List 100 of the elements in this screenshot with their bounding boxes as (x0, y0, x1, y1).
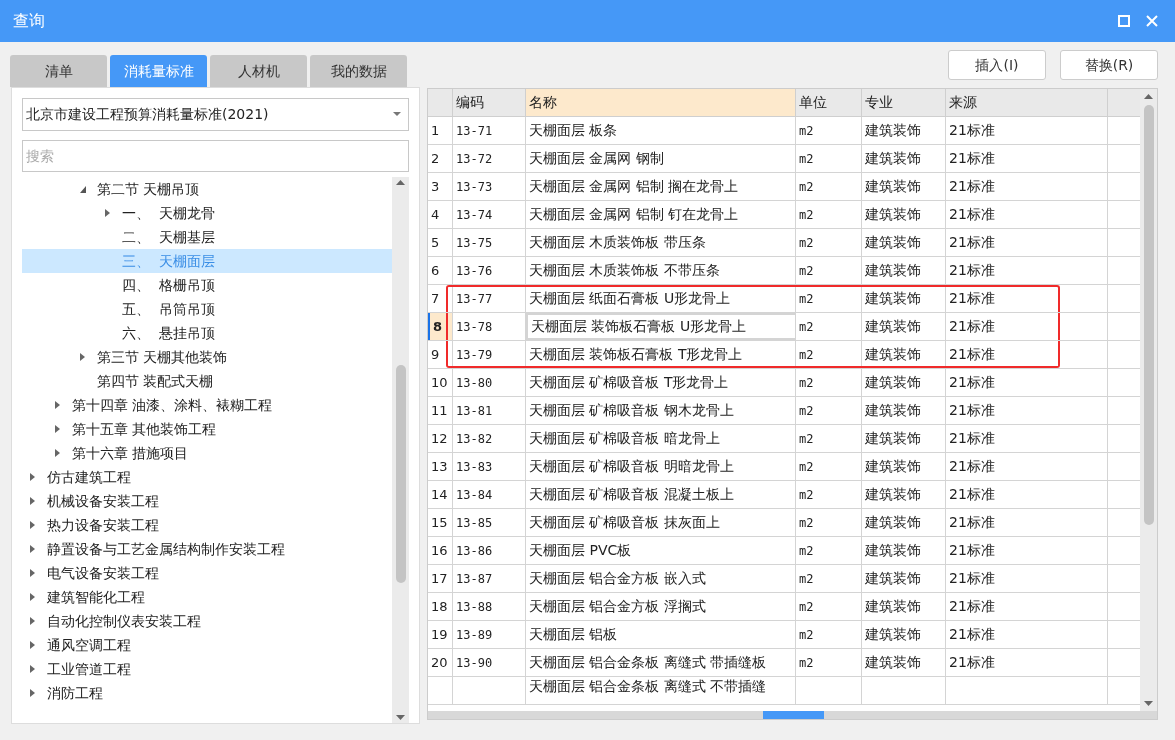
expand-arrow-icon[interactable] (29, 568, 37, 578)
vertical-scrollbar[interactable] (392, 177, 409, 723)
expand-arrow-icon[interactable] (29, 616, 37, 626)
expand-arrow-icon[interactable] (29, 472, 37, 482)
scrollbar-thumb[interactable] (395, 365, 406, 583)
tree-item[interactable]: 第十四章 油漆、涂料、裱糊工程 (22, 393, 392, 417)
scroll-up-icon[interactable] (1144, 94, 1153, 99)
maximize-icon[interactable] (1118, 15, 1130, 27)
table-row[interactable]: 19 13-89 天棚面层 铝板 m2 建筑装饰 21标准 (428, 621, 1140, 649)
column-header[interactable]: 专业 (862, 89, 946, 116)
table-row[interactable]: 15 13-85 天棚面层 矿棉吸音板 抹灰面上 m2 建筑装饰 21标准 (428, 509, 1140, 537)
row-number[interactable]: 19 (428, 621, 453, 648)
tree-item[interactable]: 六、 悬挂吊顶 (22, 321, 392, 345)
standard-dropdown[interactable]: 北京市建设工程预算消耗量标准(2021) (22, 98, 409, 131)
scroll-up-icon[interactable] (396, 180, 405, 185)
column-header[interactable]: 单位 (796, 89, 862, 116)
tree-item[interactable]: 电气设备安装工程 (22, 561, 392, 585)
scrollbar-thumb[interactable] (763, 711, 824, 719)
row-number[interactable]: 16 (428, 537, 453, 564)
table-row[interactable]: 13 13-83 天棚面层 矿棉吸音板 明暗龙骨上 m2 建筑装饰 21标准 (428, 453, 1140, 481)
tree-item[interactable]: 五、 吊筒吊顶 (22, 297, 392, 321)
row-number[interactable]: 12 (428, 425, 453, 452)
table-row[interactable]: 3 13-73 天棚面层 金属网 铝制 搁在龙骨上 m2 建筑装饰 21标准 (428, 173, 1140, 201)
tree-item[interactable]: 一、 天棚龙骨 (22, 201, 392, 225)
expand-arrow-icon[interactable] (29, 544, 37, 554)
toolbar-button[interactable]: 插入(I) (948, 50, 1046, 80)
tree-item[interactable]: 通风空调工程 (22, 633, 392, 657)
tree-item[interactable]: 工业管道工程 (22, 657, 392, 681)
row-number[interactable]: 5 (428, 229, 453, 256)
row-number[interactable]: 20 (428, 649, 453, 676)
table-row[interactable]: 8 13-78 天棚面层 装饰板石膏板 U形龙骨上 m2 建筑装饰 21标准 (428, 313, 1140, 341)
row-number[interactable]: 9 (428, 341, 453, 368)
table-row[interactable]: 2 13-72 天棚面层 金属网 钢制 m2 建筑装饰 21标准 (428, 145, 1140, 173)
scrollbar-thumb[interactable] (1143, 105, 1154, 525)
vertical-scrollbar[interactable] (1140, 89, 1157, 711)
toolbar-button[interactable]: 替换(R) (1060, 50, 1158, 80)
row-number[interactable]: 6 (428, 257, 453, 284)
tree-item[interactable]: 四、 格栅吊顶 (22, 273, 392, 297)
tree-item[interactable]: 第三节 天棚其他装饰 (22, 345, 392, 369)
row-number[interactable]: 2 (428, 145, 453, 172)
tree-item[interactable]: 第四节 装配式天棚 (22, 369, 392, 393)
column-header[interactable]: 来源 (946, 89, 1108, 116)
row-number[interactable]: 17 (428, 565, 453, 592)
row-number[interactable]: 4 (428, 201, 453, 228)
column-header[interactable]: 名称 (526, 89, 796, 116)
tree-item[interactable]: 第二节 天棚吊顶 (22, 177, 392, 201)
table-row[interactable]: 6 13-76 天棚面层 木质装饰板 不带压条 m2 建筑装饰 21标准 (428, 257, 1140, 285)
table-row[interactable]: 11 13-81 天棚面层 矿棉吸音板 钢木龙骨上 m2 建筑装饰 21标准 (428, 397, 1140, 425)
row-number[interactable]: 3 (428, 173, 453, 200)
expand-arrow-icon[interactable] (104, 208, 112, 218)
expand-arrow-icon[interactable] (29, 592, 37, 602)
search-field[interactable]: 搜索 (22, 140, 409, 172)
tree-item[interactable]: 建筑智能化工程 (22, 585, 392, 609)
table-row[interactable]: 16 13-86 天棚面层 PVC板 m2 建筑装饰 21标准 (428, 537, 1140, 565)
tab[interactable]: 人材机 (210, 55, 307, 87)
tree-item[interactable]: 仿古建筑工程 (22, 465, 392, 489)
table-row[interactable]: 10 13-80 天棚面层 矿棉吸音板 T形龙骨上 m2 建筑装饰 21标准 (428, 369, 1140, 397)
table-row[interactable]: 7 13-77 天棚面层 纸面石膏板 U形龙骨上 m2 建筑装饰 21标准 (428, 285, 1140, 313)
row-number[interactable]: 1 (428, 117, 453, 144)
table-row[interactable]: 天棚面层 铝合金条板 离缝式 不带插缝 (428, 677, 1140, 705)
expand-arrow-icon[interactable] (54, 424, 62, 434)
row-number[interactable]: 11 (428, 397, 453, 424)
expand-arrow-icon[interactable] (29, 496, 37, 506)
scroll-down-icon[interactable] (396, 715, 405, 720)
expand-arrow-icon[interactable] (29, 640, 37, 650)
row-number[interactable]: 7 (428, 285, 453, 312)
tree-item[interactable]: 消防工程 (22, 681, 392, 705)
collapse-arrow-icon[interactable] (79, 184, 87, 194)
scroll-down-icon[interactable] (1144, 701, 1153, 706)
tab[interactable]: 清单 (10, 55, 107, 87)
table-row[interactable]: 12 13-82 天棚面层 矿棉吸音板 暗龙骨上 m2 建筑装饰 21标准 (428, 425, 1140, 453)
expand-arrow-icon[interactable] (29, 520, 37, 530)
row-number[interactable]: 8 (428, 313, 453, 340)
tree-item[interactable]: 机械设备安装工程 (22, 489, 392, 513)
row-number[interactable]: 15 (428, 509, 453, 536)
tree-item[interactable]: 第十五章 其他装饰工程 (22, 417, 392, 441)
table-row[interactable]: 17 13-87 天棚面层 铝合金方板 嵌入式 m2 建筑装饰 21标准 (428, 565, 1140, 593)
expand-arrow-icon[interactable] (54, 448, 62, 458)
tree-item[interactable]: 二、 天棚基层 (22, 225, 392, 249)
table-row[interactable]: 20 13-90 天棚面层 铝合金条板 离缝式 带插缝板 m2 建筑装饰 21标准 (428, 649, 1140, 677)
row-number[interactable]: 10 (428, 369, 453, 396)
expand-arrow-icon[interactable] (29, 688, 37, 698)
expand-arrow-icon[interactable] (29, 664, 37, 674)
table-row[interactable]: 9 13-79 天棚面层 装饰板石膏板 T形龙骨上 m2 建筑装饰 21标准 (428, 341, 1140, 369)
table-row[interactable]: 1 13-71 天棚面层 板条 m2 建筑装饰 21标准 (428, 117, 1140, 145)
tab[interactable]: 我的数据 (310, 55, 407, 87)
row-number[interactable]: 13 (428, 453, 453, 480)
expand-arrow-icon[interactable] (79, 352, 87, 362)
expand-arrow-icon[interactable] (54, 400, 62, 410)
tree-item[interactable]: 自动化控制仪表安装工程 (22, 609, 392, 633)
table-row[interactable]: 4 13-74 天棚面层 金属网 铝制 钉在龙骨上 m2 建筑装饰 21标准 (428, 201, 1140, 229)
close-icon[interactable] (1146, 15, 1158, 27)
tree-item[interactable]: 第十六章 措施项目 (22, 441, 392, 465)
table-row[interactable]: 14 13-84 天棚面层 矿棉吸音板 混凝土板上 m2 建筑装饰 21标准 (428, 481, 1140, 509)
table-row[interactable]: 18 13-88 天棚面层 铝合金方板 浮搁式 m2 建筑装饰 21标准 (428, 593, 1140, 621)
tree-item[interactable]: 静置设备与工艺金属结构制作安装工程 (22, 537, 392, 561)
row-number[interactable]: 18 (428, 593, 453, 620)
tree-item[interactable]: 热力设备安装工程 (22, 513, 392, 537)
row-number[interactable]: 14 (428, 481, 453, 508)
table-row[interactable]: 5 13-75 天棚面层 木质装饰板 带压条 m2 建筑装饰 21标准 (428, 229, 1140, 257)
